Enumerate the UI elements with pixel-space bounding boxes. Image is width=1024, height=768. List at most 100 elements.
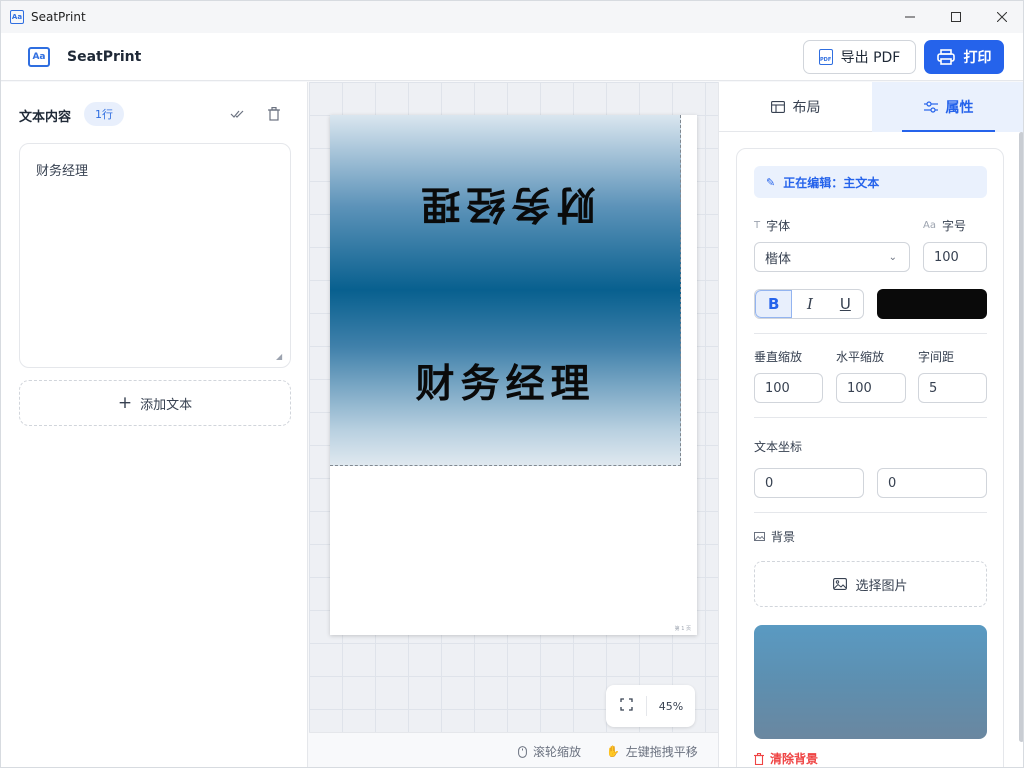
- mouse-icon: [518, 745, 527, 758]
- double-check-icon: [230, 110, 244, 118]
- tab-layout[interactable]: 布局: [719, 82, 872, 132]
- app-header: Aa SeatPrint PDF 导出 PDF 打印: [1, 33, 1023, 81]
- status-bar: 滚轮缩放 ✋ 左键拖拽平移: [309, 732, 718, 767]
- maximize-icon: [951, 12, 961, 22]
- italic-button[interactable]: I: [792, 290, 827, 318]
- background-label: 背景: [771, 530, 796, 544]
- brand-name: SeatPrint: [67, 48, 142, 65]
- fit-screen-button[interactable]: [606, 697, 646, 715]
- font-size-input[interactable]: 100: [923, 242, 987, 272]
- pdf-file-icon: PDF: [818, 49, 833, 65]
- font-label-row: T 字体: [754, 217, 790, 234]
- add-text-button[interactable]: + 添加文本: [19, 380, 291, 426]
- window-title: SeatPrint: [31, 10, 86, 24]
- close-icon: [997, 12, 1007, 22]
- canvas-area[interactable]: 财务经理 财务经理 第 1 页 45%: [309, 82, 718, 732]
- label-text-flipped: 财务经理: [415, 181, 596, 227]
- vertical-scale-label: 垂直缩放: [754, 350, 803, 364]
- coord-x-input[interactable]: 0: [754, 468, 864, 498]
- size-label-row: Aa 字号: [923, 217, 966, 234]
- letter-spacing-value: 5: [929, 380, 938, 396]
- coord-y-value: 0: [888, 475, 897, 491]
- size-label: 字号: [941, 219, 966, 233]
- zoom-control: 45%: [606, 685, 695, 727]
- wheel-zoom-label: 滚轮缩放: [533, 745, 582, 759]
- label-text-normal: 财务经理: [415, 361, 596, 407]
- page-number: 第 1 页: [674, 626, 691, 632]
- font-size-icon: Aa: [923, 220, 936, 231]
- choose-image-label: 选择图片: [855, 578, 908, 594]
- font-size-value: 100: [934, 249, 959, 265]
- zoom-level: 45%: [658, 699, 684, 713]
- window-controls: [887, 1, 1023, 33]
- picture-icon: [833, 578, 848, 590]
- font-type-icon: T: [754, 220, 761, 231]
- hand-icon: ✋: [606, 745, 620, 758]
- pencil-icon: ✎: [766, 175, 776, 189]
- font-label: 字体: [766, 219, 791, 233]
- horizontal-scale-label: 水平缩放: [836, 350, 885, 364]
- plus-icon: +: [117, 393, 133, 413]
- text-coords-label: 文本坐标: [754, 440, 803, 454]
- background-label-row: 背景: [754, 528, 795, 545]
- chevron-down-icon: ⌄: [888, 251, 897, 263]
- tab-layout-label: 布局: [792, 100, 821, 116]
- font-select-value: 楷体: [765, 251, 792, 267]
- clear-background-label: 清除背景: [770, 752, 819, 766]
- text-content-input[interactable]: 财务经理: [19, 143, 291, 368]
- wheel-zoom-hint: 滚轮缩放: [518, 743, 581, 760]
- sliders-icon: [923, 101, 938, 113]
- properties-panel: 布局 属性 ✎ 正在编辑：主文本 T 字体 Aa 字号 楷体 ⌄ 100 B I…: [718, 82, 1023, 767]
- horizontal-scale-value: 100: [847, 380, 872, 396]
- resize-grip-icon[interactable]: ◢: [276, 352, 282, 361]
- panel-tabs: 布局 属性: [719, 82, 1023, 132]
- tab-properties[interactable]: 属性: [872, 82, 1023, 132]
- delete-button[interactable]: [264, 104, 284, 124]
- print-label: 打印: [963, 50, 992, 66]
- editing-banner: ✎ 正在编辑：主文本: [754, 166, 987, 198]
- title-bar: Aa SeatPrint: [1, 1, 1023, 33]
- minimize-button[interactable]: [887, 1, 933, 33]
- line-count-badge: 1行: [84, 102, 124, 126]
- app-window: Aa SeatPrint Aa SeatPrint PDF 导出 PDF 打印 …: [0, 0, 1024, 768]
- panel-scrollbar[interactable]: [1019, 132, 1023, 742]
- letter-spacing-input[interactable]: 5: [918, 373, 987, 403]
- print-button[interactable]: 打印: [924, 40, 1004, 74]
- text-style-group: B I U: [754, 289, 864, 319]
- drag-pan-hint: ✋ 左键拖拽平移: [606, 743, 698, 760]
- text-content-panel: 文本内容 1行 财务经理 ◢ + 添加文本: [1, 82, 308, 767]
- tab-properties-label: 属性: [945, 100, 974, 116]
- vertical-scale-input[interactable]: 100: [754, 373, 823, 403]
- app-icon: Aa: [10, 10, 24, 24]
- print-page: 财务经理 财务经理 第 1 页: [330, 115, 697, 635]
- editing-label: 正在编辑：主文本: [783, 175, 880, 190]
- select-all-button[interactable]: [228, 104, 248, 124]
- bold-button[interactable]: B: [755, 290, 793, 318]
- properties-card: ✎ 正在编辑：主文本 T 字体 Aa 字号 楷体 ⌄ 100 B I U 垂直缩…: [736, 148, 1004, 767]
- maximize-button[interactable]: [933, 1, 979, 33]
- font-select[interactable]: 楷体 ⌄: [754, 242, 910, 272]
- letter-spacing-label: 字间距: [918, 350, 955, 364]
- divider: [754, 512, 987, 513]
- logo-icon: Aa: [28, 46, 50, 67]
- add-text-label: 添加文本: [140, 397, 193, 413]
- trash-icon: [268, 107, 280, 121]
- drag-pan-label: 左键拖拽平移: [625, 745, 698, 759]
- trash-icon: [754, 752, 764, 765]
- divider: [754, 417, 987, 418]
- underline-button[interactable]: U: [828, 290, 863, 318]
- layout-icon: [770, 101, 785, 113]
- close-button[interactable]: [979, 1, 1023, 33]
- choose-image-button[interactable]: 选择图片: [754, 561, 987, 607]
- printer-icon: [936, 49, 955, 65]
- background-preview: [754, 625, 987, 739]
- text-color-picker[interactable]: [877, 289, 987, 319]
- export-pdf-button[interactable]: PDF 导出 PDF: [803, 40, 916, 74]
- vertical-scale-value: 100: [765, 380, 790, 396]
- horizontal-scale-input[interactable]: 100: [836, 373, 906, 403]
- coord-y-input[interactable]: 0: [877, 468, 987, 498]
- clear-background-button[interactable]: 清除背景: [754, 750, 818, 767]
- section-title: 文本内容: [19, 110, 72, 125]
- export-pdf-label: 导出 PDF: [840, 50, 901, 66]
- label-preview[interactable]: 财务经理 财务经理: [330, 115, 681, 466]
